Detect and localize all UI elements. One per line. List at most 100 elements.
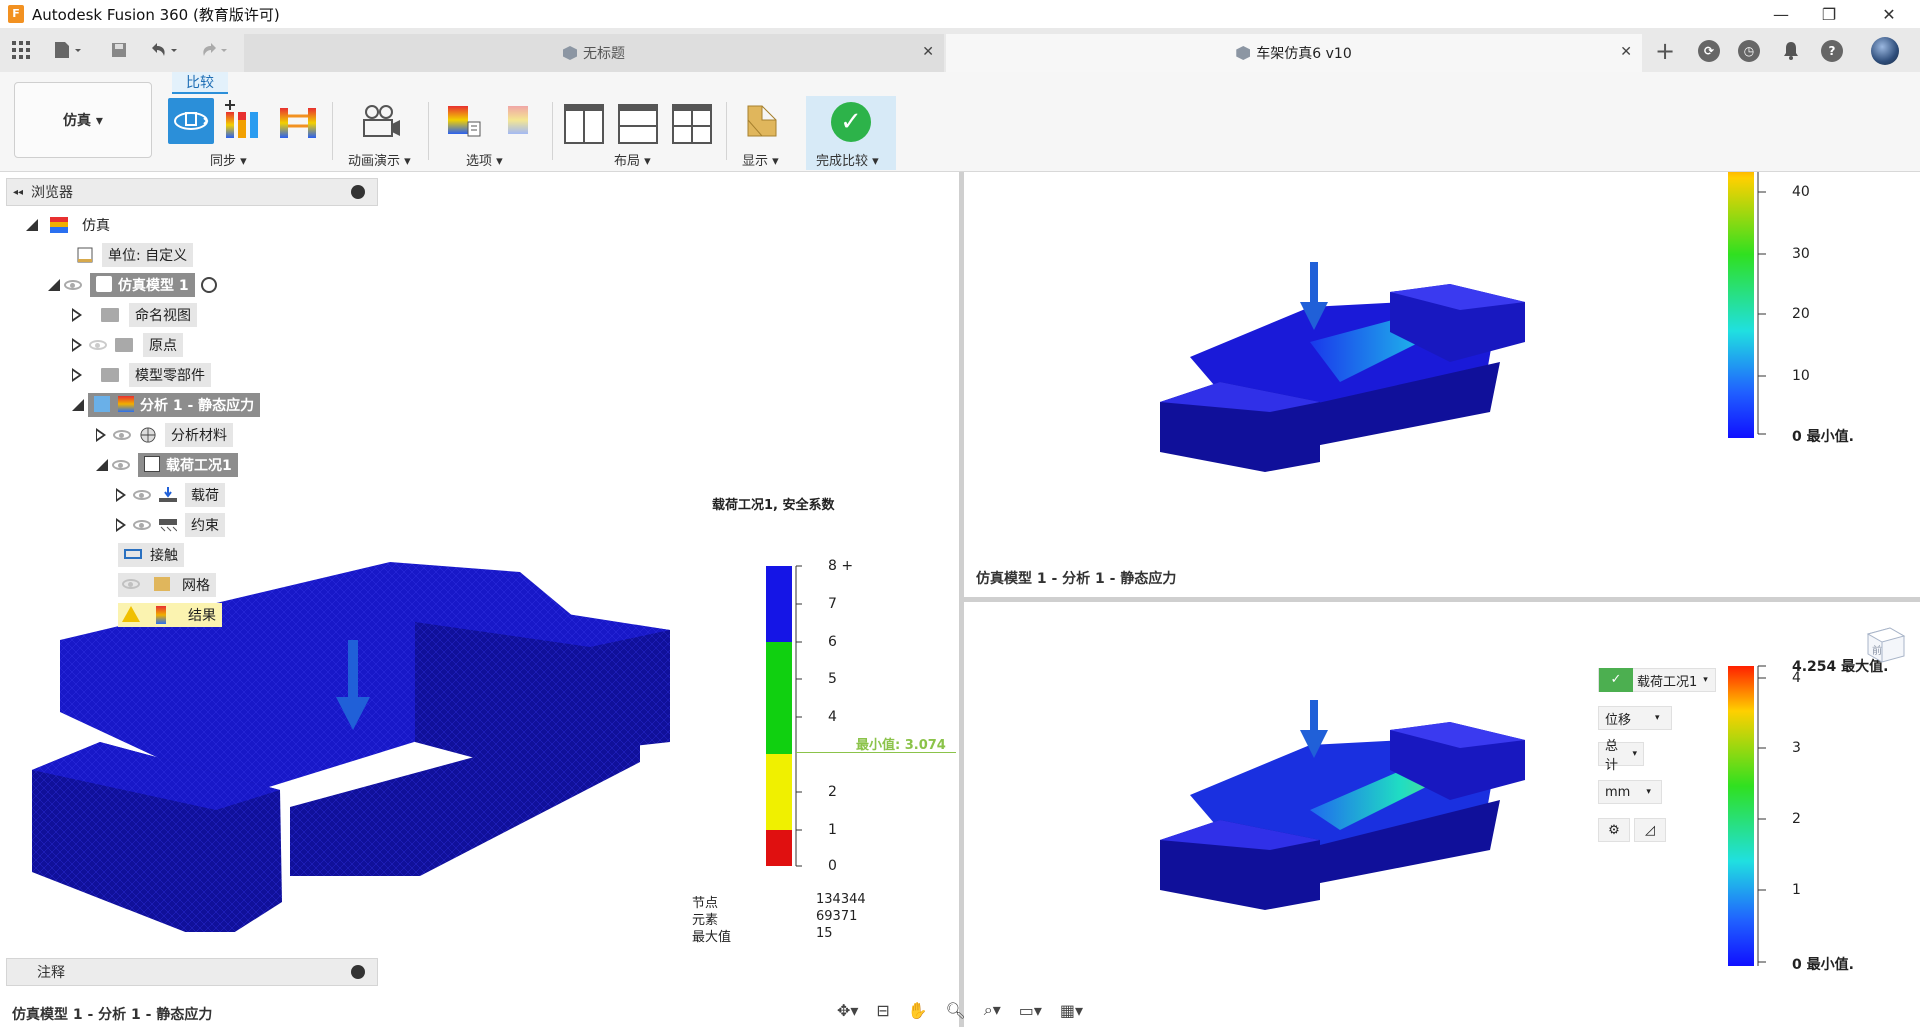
tree-label: 载荷 (185, 483, 225, 507)
viewport-left[interactable]: 载荷工况1, 安全系数 8 + 7 6 5 4 2 1 0 最小值: 3.074… (0, 172, 960, 1027)
legend-settings-gear-icon[interactable]: ⚙ (1598, 818, 1630, 842)
visibility-eye-icon[interactable] (113, 430, 131, 440)
user-avatar[interactable] (1868, 34, 1902, 68)
collapse-arrows-icon[interactable]: ◂◂ (13, 187, 23, 198)
sync-results-icon[interactable] (276, 98, 322, 144)
legend-tick: 4 (1792, 670, 1801, 686)
tree-node-units[interactable]: 单位: 自定义 (76, 242, 194, 268)
sync-group-label[interactable]: 同步 ▾ (210, 150, 247, 169)
tree-node-named-views[interactable]: 命名视图 (72, 302, 197, 328)
layout-horizontal-split-icon[interactable] (618, 104, 664, 150)
collapsed-triangle-icon[interactable] (72, 308, 83, 322)
collapsed-triangle-icon[interactable] (96, 428, 107, 442)
tree-label: 仿真模型 1 (90, 273, 195, 297)
tree-node-loads[interactable]: 载荷 (116, 482, 225, 508)
options-group-label[interactable]: 选项 ▾ (466, 150, 503, 169)
tab-bar: 无标题 ✕ 车架仿真6 v10 ✕ + ⟳ ◷ ? (0, 28, 1920, 72)
zoom-icon[interactable]: 🔍︎ (946, 1001, 966, 1020)
tree-node-model-components[interactable]: 模型零部件 (72, 362, 211, 388)
file-menu-icon[interactable] (50, 38, 86, 62)
folder-icon (101, 308, 119, 322)
display-settings-icon[interactable]: ▭▾ (1019, 1001, 1042, 1020)
notifications-bell-icon[interactable] (1774, 34, 1808, 68)
fit-icon[interactable]: ⌕▾ (984, 1000, 1001, 1020)
options-legend-icon[interactable] (446, 98, 492, 144)
expanded-triangle-icon[interactable] (72, 399, 84, 411)
hidden-eye-icon[interactable] (89, 340, 107, 350)
layout-quad-icon[interactable] (672, 104, 718, 150)
restore-button[interactable]: ❐ (1806, 0, 1852, 28)
close-window-button[interactable]: ✕ (1866, 0, 1912, 28)
layout-vertical-split-icon[interactable] (564, 104, 610, 150)
workspace-switcher[interactable]: 仿真 ▾ (14, 82, 152, 158)
left-legend-title: 载荷工况1, 安全系数 (712, 498, 835, 513)
animate-camera-icon[interactable] (358, 102, 404, 148)
tab-untitled[interactable]: 无标题 ✕ (244, 34, 944, 72)
viewport-bottom-right[interactable]: ✓ 载荷工况1 ▾ 位移 ▾ 总计 ▾ mm ▾ ⚙ ◿ 4.254 最大值. 4 3 … (964, 602, 1920, 1027)
component-dropdown[interactable]: 总计 ▾ (1598, 739, 1644, 773)
collapsed-triangle-icon[interactable] (72, 338, 83, 352)
tree-node-origin[interactable]: 原点 (72, 332, 183, 358)
grid-settings-icon[interactable]: ▦▾ (1060, 1001, 1083, 1020)
collapsed-triangle-icon[interactable] (116, 488, 127, 502)
expanded-triangle-icon[interactable] (96, 459, 108, 471)
layout-group-label[interactable]: 布局 ▾ (614, 150, 651, 169)
tab-frame-sim[interactable]: 车架仿真6 v10 ✕ (946, 34, 1642, 72)
browser-minimize-icon[interactable] (351, 185, 365, 199)
tab-close-icon[interactable]: ✕ (1620, 44, 1632, 60)
collapsed-triangle-icon[interactable] (72, 368, 83, 382)
visibility-eye-icon[interactable] (133, 520, 151, 530)
legend-options-icon[interactable]: ◿ (1634, 818, 1666, 842)
display-group-label[interactable]: 显示 ▾ (742, 150, 779, 169)
undo-icon[interactable] (146, 38, 182, 62)
display-icon[interactable] (744, 102, 790, 148)
loadcase-dropdown[interactable]: ✓ 载荷工况1 ▾ (1598, 668, 1716, 692)
unit-dropdown[interactable]: mm ▾ (1598, 780, 1662, 804)
extensions-icon[interactable]: ⟳ (1692, 34, 1726, 68)
save-icon[interactable] (108, 38, 130, 62)
viewcube[interactable]: 前 (1862, 622, 1908, 666)
help-icon[interactable]: ? (1815, 34, 1849, 68)
finish-compare-label[interactable]: 完成比较 ▾ (816, 150, 879, 169)
look-at-icon[interactable]: ⊟ (876, 1001, 889, 1020)
stress-legend-bar-top (1728, 172, 1766, 438)
tab-close-icon[interactable]: ✕ (922, 44, 934, 60)
tab-label: 无标题 (583, 46, 625, 62)
minimize-button[interactable]: — (1758, 0, 1804, 28)
tree-node-analysis[interactable]: 分析 1 - 静态应力 (72, 392, 261, 418)
folder-icon (101, 368, 119, 382)
orbit-icon[interactable]: ✥▾ (837, 1001, 858, 1020)
new-tab-plus-icon[interactable]: + (1648, 34, 1682, 68)
sync-camera-icon[interactable] (168, 98, 214, 144)
animate-group-label[interactable]: 动画演示 ▾ (348, 150, 411, 169)
pan-icon[interactable]: ✋ (908, 1001, 928, 1020)
tree-node-results[interactable]: 结果 (118, 602, 222, 628)
tree-node-simulation[interactable]: 仿真 (26, 212, 110, 238)
hidden-eye-icon[interactable] (122, 579, 140, 589)
tree-node-loadcase[interactable]: 载荷工况1 (96, 452, 238, 478)
tree-node-mesh[interactable]: 网格 (118, 572, 216, 598)
visibility-eye-icon[interactable] (64, 280, 82, 290)
tree-node-sim-model[interactable]: 仿真模型 1 (48, 272, 217, 298)
tree-node-contacts[interactable]: 接触 (118, 542, 184, 568)
browser-panel-header[interactable]: ◂◂ 浏览器 (6, 178, 378, 206)
collapsed-triangle-icon[interactable] (116, 518, 127, 532)
notes-panel-header[interactable]: 注释 (6, 958, 378, 986)
mesh-icon (154, 577, 170, 591)
notes-add-icon[interactable] (351, 965, 365, 979)
activate-radio-icon[interactable] (200, 277, 217, 293)
tree-node-materials[interactable]: 分析材料 (96, 422, 233, 448)
expanded-triangle-icon[interactable] (26, 219, 38, 231)
tree-node-constraints[interactable]: 约束 (116, 512, 225, 538)
result-type-dropdown[interactable]: 位移 ▾ (1598, 706, 1672, 730)
tab-compare[interactable]: 比较 (172, 72, 228, 94)
expanded-triangle-icon[interactable] (48, 279, 60, 291)
job-status-icon[interactable]: ◷ (1732, 34, 1766, 68)
viewport-top-right[interactable]: 40 30 20 10 0 最小值. 仿真模型 1 - 分析 1 - 静态应力 (964, 172, 1920, 598)
redo-icon[interactable] (196, 38, 232, 62)
material-sphere-icon (140, 427, 156, 443)
data-panel-grid-icon[interactable] (10, 38, 32, 62)
visibility-eye-icon[interactable] (133, 490, 151, 500)
sync-legend-icon[interactable] (222, 98, 268, 144)
visibility-eye-icon[interactable] (112, 460, 130, 470)
